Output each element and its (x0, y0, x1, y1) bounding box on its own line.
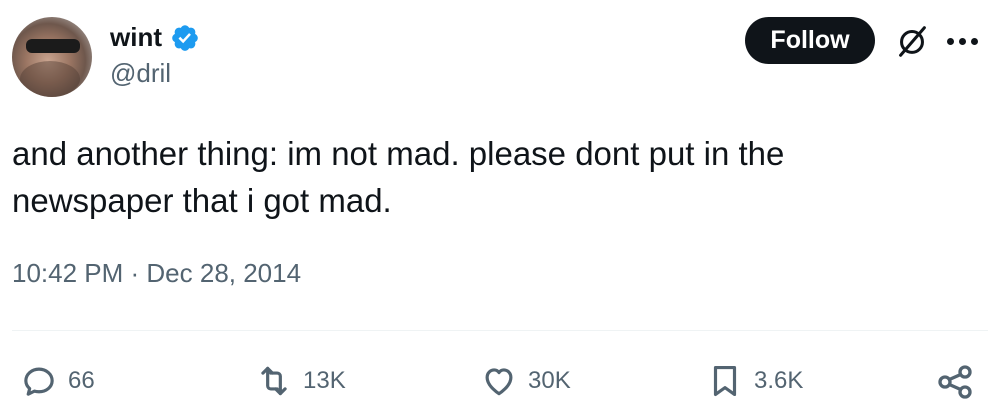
repost-count: 13K (303, 367, 346, 394)
follow-button[interactable]: Follow (745, 17, 875, 64)
reply-icon (24, 367, 54, 396)
timestamp[interactable]: 10:42 PM · Dec 28, 2014 (12, 258, 301, 289)
reply-count: 66 (68, 367, 95, 394)
handle[interactable]: @dril (110, 58, 171, 89)
like-icon (485, 368, 513, 396)
like-button[interactable]: 30K (480, 362, 571, 400)
divider (12, 330, 988, 331)
bookmark-icon (713, 365, 737, 397)
repost-icon (261, 366, 287, 396)
avatar-face (20, 61, 80, 97)
author-name-row: wint (110, 22, 200, 53)
avatar[interactable] (12, 17, 92, 97)
bookmark-count: 3.6K (754, 367, 804, 394)
share-icon[interactable] (935, 362, 975, 402)
bookmark-button[interactable]: 3.6K (706, 362, 803, 400)
grok-icon[interactable] (893, 22, 931, 60)
reply-button[interactable]: 66 (20, 362, 95, 400)
verified-badge-icon[interactable] (170, 23, 200, 53)
display-name[interactable]: wint (110, 22, 162, 53)
tweet-text: and another thing: im not mad. please do… (12, 135, 785, 219)
like-count: 30K (528, 367, 571, 394)
avatar-sunglasses (26, 39, 80, 53)
more-icon[interactable] (947, 38, 983, 48)
repost-button[interactable]: 13K (255, 362, 346, 400)
